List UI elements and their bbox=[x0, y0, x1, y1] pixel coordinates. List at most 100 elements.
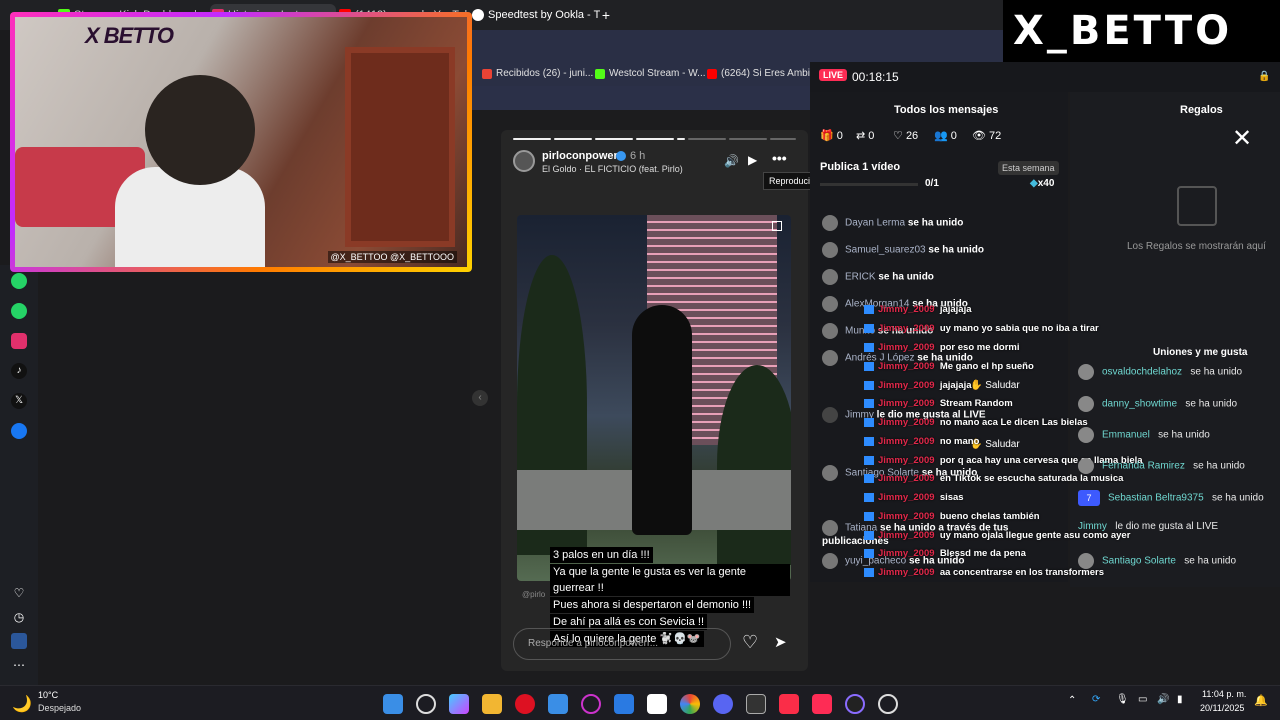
music-icon[interactable] bbox=[779, 694, 799, 714]
sync-icon[interactable]: ⟳ bbox=[1092, 694, 1100, 705]
bookmark-gmail[interactable]: Recibidos (26) - juni... bbox=[482, 67, 593, 81]
chrome-icon[interactable] bbox=[680, 694, 700, 714]
heart-icon[interactable]: ♡ bbox=[11, 585, 27, 601]
tiktok-icon[interactable]: ♪ bbox=[11, 363, 27, 379]
story-avatar[interactable] bbox=[513, 150, 535, 172]
overlay-message: Jimmy_2009 Me gano el hp sueño bbox=[864, 361, 1034, 372]
tab-all-messages[interactable]: Todos los mensajes bbox=[894, 104, 998, 116]
avatar bbox=[822, 323, 838, 339]
avatar bbox=[822, 215, 838, 231]
story-watermark: @pirlo bbox=[522, 590, 546, 599]
app-icon[interactable] bbox=[878, 694, 898, 714]
avatar bbox=[1078, 364, 1094, 380]
weather-desc[interactable]: Despejado bbox=[38, 703, 81, 713]
profile-icon bbox=[864, 342, 874, 352]
story-username[interactable]: pirloconpowerr bbox=[542, 150, 622, 162]
tab-speedtest[interactable]: Speedtest by Ookla - The bbox=[470, 4, 600, 26]
webcam-title: X BETTO bbox=[85, 23, 174, 48]
overlay-message: Jimmy_2009 no mano aca Le dicen Las biel… bbox=[864, 417, 1088, 428]
like-icon[interactable]: ♡ bbox=[742, 632, 758, 653]
palm-tree bbox=[717, 365, 791, 565]
folder-icon[interactable] bbox=[482, 694, 502, 714]
stat-followers: 👥 0 bbox=[934, 130, 957, 142]
clock-time[interactable]: 11:04 p. m. bbox=[1202, 689, 1246, 699]
new-tab-button[interactable]: + bbox=[598, 4, 614, 26]
calendar-icon[interactable] bbox=[746, 694, 766, 714]
gift-icon: 🎁 bbox=[820, 130, 834, 142]
join-row: Fernanda Ramirez se ha unido bbox=[1078, 458, 1245, 474]
avatar bbox=[822, 553, 838, 569]
gmail-icon bbox=[482, 69, 492, 79]
overlay-message: Jimmy_2009 por eso me dormi bbox=[864, 342, 1020, 353]
level-badge: 7 bbox=[1078, 490, 1100, 506]
history-icon[interactable]: ◷ bbox=[11, 609, 27, 625]
profile-icon bbox=[864, 380, 874, 390]
whatsapp-icon[interactable] bbox=[11, 303, 27, 319]
multi-icon bbox=[772, 221, 782, 231]
opera-icon[interactable] bbox=[515, 694, 535, 714]
tab-gifts[interactable]: Regalos bbox=[1180, 104, 1223, 116]
story-progress-7 bbox=[729, 138, 767, 140]
network-icon[interactable]: ▭ bbox=[1138, 694, 1147, 705]
weather-temp[interactable]: 10°C bbox=[38, 690, 58, 700]
profile-icon bbox=[864, 398, 874, 408]
mic-icon[interactable]: 🎙 bbox=[1116, 694, 1129, 705]
story-song[interactable]: El Goldo · EL FICTICIO (feat. Pirlo) bbox=[542, 164, 683, 174]
webcam-overlay: X BETTO @X_BETTOO @X_BETTOOO bbox=[10, 12, 472, 272]
volume-icon[interactable]: 🔊 bbox=[724, 154, 739, 168]
page-header bbox=[470, 86, 810, 110]
search-icon[interactable] bbox=[416, 694, 436, 714]
lock-icon[interactable]: 🔒 bbox=[1258, 71, 1270, 82]
profile-icon bbox=[864, 304, 874, 314]
obs-icon[interactable] bbox=[845, 694, 865, 714]
bookmark-youtube[interactable]: (6264) Si Eres Ambi... bbox=[707, 67, 818, 81]
chatgpt-icon[interactable] bbox=[11, 273, 27, 289]
battery-icon[interactable]: ▮ bbox=[1177, 694, 1183, 705]
play-icon[interactable]: ▶ bbox=[748, 153, 757, 167]
avatar bbox=[1078, 427, 1094, 443]
kick-icon bbox=[595, 69, 605, 79]
todo-icon[interactable] bbox=[614, 694, 634, 714]
story-reply-input[interactable]: Responde a pirloconpowerr... bbox=[513, 628, 731, 660]
goal-title: Publica 1 vídeo bbox=[820, 161, 901, 173]
close-gifts-icon[interactable]: ✕ bbox=[1232, 124, 1252, 153]
overlay-message: Jimmy_2009 Stream Random bbox=[864, 398, 1013, 409]
prev-story-button[interactable]: ‹ bbox=[472, 390, 488, 406]
more-icon[interactable]: ⋯ bbox=[11, 657, 27, 673]
store-icon[interactable] bbox=[548, 694, 568, 714]
messenger-icon[interactable] bbox=[11, 423, 27, 439]
word-icon[interactable] bbox=[11, 633, 27, 649]
discord-icon[interactable] bbox=[713, 694, 733, 714]
start-icon[interactable] bbox=[383, 694, 403, 714]
send-icon[interactable]: ➤ bbox=[774, 633, 787, 651]
tiktok-icon[interactable] bbox=[812, 694, 832, 714]
heart-icon bbox=[822, 407, 838, 423]
opera-gx-icon[interactable] bbox=[581, 694, 601, 714]
clock-date[interactable]: 20/11/2025 bbox=[1200, 703, 1244, 713]
profile-icon bbox=[864, 361, 874, 371]
x-icon[interactable]: 𝕏 bbox=[11, 393, 27, 409]
profile-icon bbox=[864, 548, 874, 558]
heart-icon: ♡ bbox=[893, 130, 903, 142]
stat-likes: ♡ 26 bbox=[893, 130, 919, 142]
overlay-message: Jimmy_2009 jajajaja bbox=[864, 380, 972, 391]
profile-icon bbox=[864, 436, 874, 446]
volume-icon[interactable]: 🔊 bbox=[1157, 694, 1169, 705]
greet-button[interactable]: ✋ Saludar bbox=[970, 380, 1020, 391]
profile-icon bbox=[864, 323, 874, 333]
goal-period[interactable]: Esta semana bbox=[998, 161, 1059, 175]
copilot-icon[interactable] bbox=[449, 694, 469, 714]
brand-logo: X_BETTO bbox=[1003, 0, 1280, 62]
instagram-icon[interactable] bbox=[11, 333, 27, 349]
more-options-icon[interactable]: ••• bbox=[772, 150, 787, 166]
goal-progress: 0/1 bbox=[925, 178, 939, 189]
overlay-message: Jimmy_2009 bueno chelas también bbox=[864, 511, 1040, 522]
moon-icon[interactable]: 🌙 bbox=[12, 694, 32, 714]
bookmark-westcol[interactable]: Westcol Stream - W... bbox=[595, 67, 706, 81]
notion-icon[interactable] bbox=[647, 694, 667, 714]
chevron-up-icon[interactable]: ⌃ bbox=[1068, 695, 1076, 706]
person-head bbox=[145, 75, 255, 185]
avatar bbox=[822, 465, 838, 481]
shelf bbox=[345, 47, 455, 247]
notification-icon[interactable]: 🔔 bbox=[1254, 694, 1268, 707]
